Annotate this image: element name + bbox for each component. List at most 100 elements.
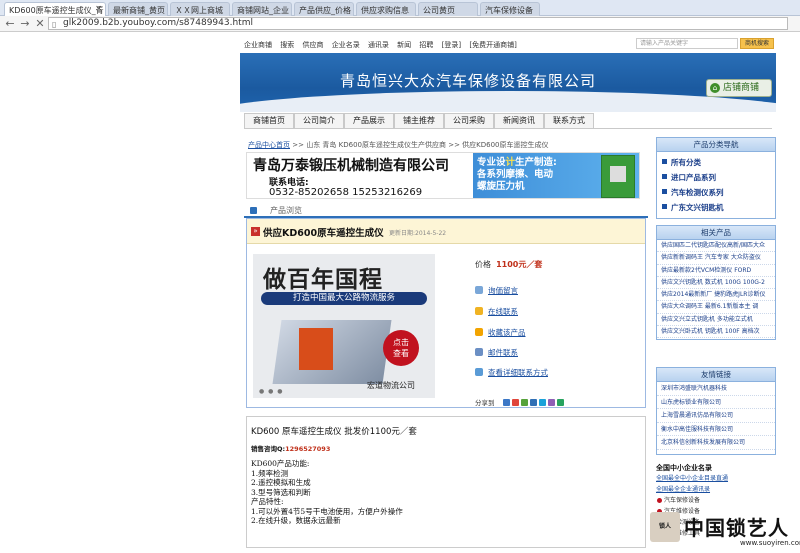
friend-link[interactable]: 山东虎标锁业有限公司 — [657, 396, 775, 410]
related-product-link[interactable]: 供应文兴立式钥匙机 多功能立式机 — [657, 314, 775, 327]
contact-details-link[interactable]: 查看详细联系方式 — [475, 367, 548, 378]
share-more-icon[interactable] — [556, 399, 564, 406]
browser-tab[interactable]: ＸＸ网上商城 — [170, 2, 230, 16]
related-product-link[interactable]: 供应文兴钥匙机 数式机 100G 100G-2 — [657, 277, 775, 290]
menu-item-products[interactable]: 产品展示 — [344, 113, 394, 129]
online-contact-label: 在线联系 — [488, 307, 518, 316]
menu-item-recommend[interactable]: 铺主推荐 — [394, 113, 444, 129]
share-douban-icon[interactable] — [547, 399, 555, 406]
contact-card-icon — [475, 368, 483, 376]
top-nav-link[interactable]: 通讯录 — [368, 41, 389, 49]
browse-tab-label[interactable]: 产品浏览 — [270, 205, 302, 216]
inquiry-link[interactable]: 询価留言 — [475, 285, 518, 296]
top-nav-link[interactable]: 搜索 — [280, 41, 294, 49]
product-image[interactable]: 做百年国程 打造中国最大公路物流服务 点击 查看 宏道物流公司 ● ● ● — [253, 254, 435, 398]
login-link[interactable]: [登录] — [442, 41, 461, 49]
menu-item-about[interactable]: 公司简介 — [294, 113, 344, 129]
price: 价格 1100元／套 — [475, 259, 542, 270]
friend-link[interactable]: 衡水中高佳服科技有限公司 — [657, 423, 775, 437]
top-nav-link[interactable]: 新闻 — [397, 41, 411, 49]
national-directory-item[interactable]: 汽车保修设备 — [656, 495, 776, 506]
search-button[interactable]: 商机搜索 — [740, 38, 774, 49]
carousel-dots-icon[interactable]: ● ● ● — [259, 388, 284, 395]
national-directory-link[interactable]: 全国最全企业通讯录 — [656, 484, 776, 495]
breadcrumb-home-link[interactable]: 产品中心首页 — [248, 141, 290, 149]
ad-banner[interactable]: 青岛万泰锻压机械制造有限公司 联系电话: 0532-85202658 15253… — [246, 152, 640, 199]
back-arrow-icon[interactable]: ← — [3, 17, 17, 31]
top-nav-link[interactable]: 企业商铺 — [244, 41, 272, 49]
main-menu: 商铺首页 公司简介 产品展示 铺主推荐 公司采购 新闻资讯 联系方式 — [244, 113, 772, 129]
share-tencent-icon[interactable] — [538, 399, 546, 406]
browser-tab[interactable]: 公司黄页 — [418, 2, 478, 16]
address-bar[interactable]: ▯ glk2009.b2b.youboy.com/s87489943.html — [48, 17, 788, 30]
category-item[interactable]: 进口产品系列 — [657, 170, 775, 185]
category-item[interactable]: 汽车检测仪系列 — [657, 185, 775, 200]
press-machine-image — [601, 155, 635, 198]
top-nav-link[interactable]: 企业名录 — [332, 41, 360, 49]
related-product-link[interactable]: 供应新新调码王 汽车专家 大众防盗仪 — [657, 252, 775, 265]
email-link[interactable]: 邮件联系 — [475, 347, 518, 358]
description-line: KD600产品功能: — [251, 459, 310, 468]
description-line: 1.频率检测 — [251, 468, 289, 478]
friend-link[interactable]: 北京科信创新科技发展有限公司 — [657, 436, 775, 450]
top-nav-link[interactable]: 供应商 — [302, 41, 323, 49]
search-input[interactable]: 请输入产品关键字 — [636, 38, 738, 49]
truck-cab-shape — [299, 328, 333, 370]
browser-tab[interactable]: 最新商铺_黄页 — [108, 2, 168, 16]
related-products-title: 相关产品 — [657, 226, 775, 240]
email-label: 邮件联系 — [488, 348, 518, 357]
browser-tab[interactable]: 汽车保修设备 — [480, 2, 540, 16]
description-line: 2.在线升级，数据永远最新 — [251, 516, 341, 525]
arrow-icon: » — [251, 227, 260, 236]
open-shop-link[interactable]: [免费开通商铺] — [469, 41, 516, 49]
category-item[interactable]: 广东文兴钥匙机 — [657, 200, 775, 215]
friend-link[interactable]: 深圳市鸿盛联汽机器科技 — [657, 382, 775, 396]
ad-slogan-part: 专业设 — [477, 157, 506, 168]
shop-button-label: 店铺商铺 — [723, 83, 760, 93]
image-cta[interactable]: 点击 查看 — [383, 330, 419, 366]
ad-slogan-line3: 螺旋压力机 — [477, 181, 525, 192]
url-text: glk2009.b2b.youboy.com/s87489943.html — [63, 18, 253, 28]
tab-label: 产品供应_价格 — [299, 6, 351, 15]
image-company: 宏道物流公司 — [367, 381, 415, 390]
menu-item-home[interactable]: 商铺首页 — [244, 113, 294, 129]
top-nav-link[interactable]: 招聘 — [419, 41, 433, 49]
browser-tab-active[interactable]: KD600原车遥控生成仪_青 ✕ — [4, 2, 106, 16]
menu-item-purchase[interactable]: 公司采购 — [444, 113, 494, 129]
share-bar: 分享到 — [475, 397, 564, 407]
shop-banner: 青岛恒兴大众汽车保修设备有限公司 — [240, 53, 776, 112]
online-contact-link[interactable]: 在线联系 — [475, 306, 518, 317]
qq-icon — [475, 307, 483, 315]
share-weibo-icon[interactable] — [511, 399, 519, 406]
browser-tab[interactable]: 产品供应_价格 — [294, 2, 354, 16]
product-description: KD600 原车遥控生成仪 批发价1100元／套 销售咨询Q:129652709… — [246, 416, 646, 548]
stop-icon[interactable]: ✕ — [33, 17, 47, 31]
related-product-link[interactable]: 供应大众调码王 最新6.1新版本主 调 — [657, 301, 775, 314]
web-page: 企业商铺 搜索 供应商 企业名录 通讯录 新闻 招聘 [登录] [免费开通商铺]… — [0, 33, 800, 548]
browser-tab[interactable]: 供应求购信息 — [356, 2, 416, 16]
forward-arrow-icon[interactable]: → — [18, 17, 32, 31]
menu-item-contact[interactable]: 联系方式 — [544, 113, 594, 129]
browser-tab[interactable]: 商铺网站_企业 — [232, 2, 292, 16]
category-item[interactable]: 所有分类 — [657, 155, 775, 170]
banner-swoosh — [240, 91, 776, 112]
close-icon[interactable]: ✕ — [95, 4, 102, 13]
menu-item-news[interactable]: 新闻资讯 — [494, 113, 544, 129]
star-icon — [475, 328, 483, 336]
shop-button[interactable]: ⌂ 店铺商铺 — [706, 79, 772, 97]
share-kaixin-icon[interactable] — [529, 399, 537, 406]
share-renren-icon[interactable] — [520, 399, 528, 406]
national-directory-link[interactable]: 全国最全中小企业目录直通 — [656, 473, 776, 484]
related-product-link[interactable]: 供应文兴卧式机 钥匙机 100F 高档次 — [657, 326, 775, 339]
ad-phone-numbers: 0532-85202658 15253216269 — [269, 187, 423, 198]
related-product-link[interactable]: 供应最新款2代VCM检测仪 FORD — [657, 265, 775, 277]
friend-link[interactable]: 上海雪晨通讯仿品有限公司 — [657, 409, 775, 423]
main-content: 产品中心首页 >> 山东 青岛 KD600原车遥控生成仪生产供应商 >> 供应K… — [244, 137, 648, 548]
update-date: 更新日期:2014-5-22 — [389, 230, 447, 237]
ad-slogan-line2: 各系列摩擦、电动 — [477, 169, 554, 180]
description-line: 3.型号筛选和判断 — [251, 487, 311, 497]
share-qzone-icon[interactable] — [502, 399, 510, 406]
related-product-link[interactable]: 供应2014最新新厂 捷豹路虎JLR诊断仪 — [657, 289, 775, 302]
related-product-link[interactable]: 供应国匹二代钥匙匹配仪高新/国匹大众 — [657, 240, 775, 253]
favorite-link[interactable]: 收藏该产品 — [475, 327, 526, 338]
